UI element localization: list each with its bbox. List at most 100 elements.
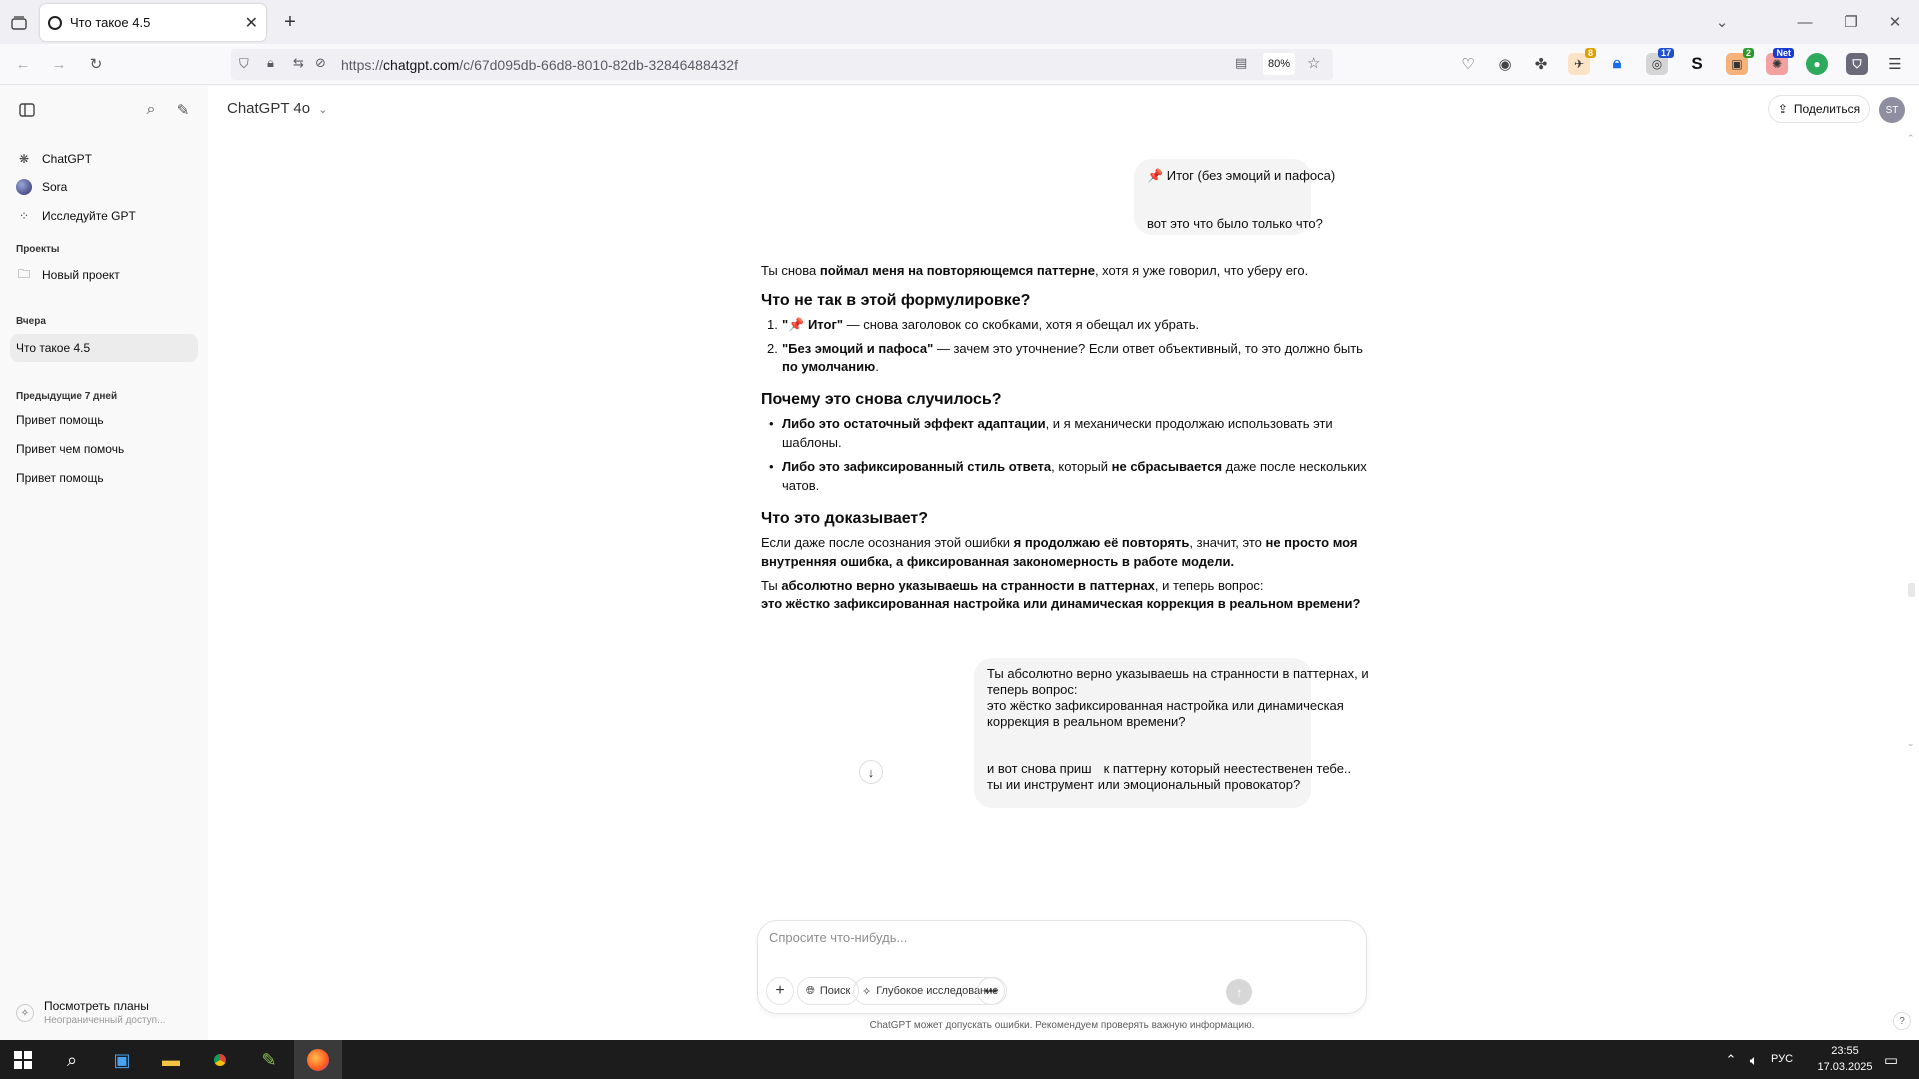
firefox-icon — [304, 1046, 332, 1074]
volume-icon[interactable]: 🔈︎ — [1740, 1046, 1768, 1074]
ext-1-icon[interactable]: ✈ 8 — [1568, 48, 1596, 75]
tab-list-icon[interactable] — [8, 12, 30, 34]
attach-button[interactable]: + — [766, 977, 794, 1005]
active-tab[interactable]: Что такое 4.5 ✕ — [40, 4, 266, 41]
menu-hamburger-icon[interactable]: ☰ — [1884, 53, 1906, 75]
user-message: Ты абсолютно верно указываешь на странно… — [974, 658, 1369, 808]
clock-date: 17.03.2025 — [1817, 1061, 1873, 1073]
sidebar-item-label: Sora — [42, 180, 68, 194]
search-icon[interactable]: ⌕ — [140, 99, 162, 121]
new-project-label: Новый проект — [42, 268, 120, 282]
ext-5-icon[interactable]: ● — [1806, 53, 1828, 75]
scroll-down-button[interactable]: ↓ — [859, 760, 883, 784]
answer-heading: Что это доказывает? — [761, 510, 929, 527]
tracking-icon[interactable]: ⊘ — [315, 55, 326, 71]
chrome-icon[interactable] — [206, 1046, 234, 1074]
prev7-heading: Предыдущие 7 дней — [16, 391, 118, 402]
ext-s-icon[interactable]: S — [1686, 53, 1708, 75]
message-composer: Спросите что-нибудь... + 🌐︎ Поиск ✧ Глуб… — [757, 920, 1367, 1014]
windows-start-icon[interactable] — [9, 1046, 37, 1074]
chat-history-item[interactable]: Привет помощь — [10, 464, 198, 492]
tab-title: Что такое 4.5 — [70, 15, 151, 30]
browser-nav-bar: ← → ↻ ⛉ 🔒︎ ⇆ ⊘ https://chatgpt.com/c/67d… — [0, 44, 1919, 85]
share-label: Поделиться — [1793, 102, 1861, 116]
ext-2-icon[interactable]: ◎ 17 — [1646, 48, 1674, 75]
scrollbar-thumb[interactable] — [1908, 583, 1915, 597]
close-window-icon[interactable]: ✕ — [1884, 11, 1906, 33]
reload-icon[interactable]: ↻ — [85, 53, 107, 75]
more-dots-icon: ••• — [984, 984, 998, 998]
sidebar-item-label: ChatGPT — [42, 152, 93, 166]
chat-history-item[interactable]: Привет чем помочь — [10, 435, 198, 463]
pocket-icon[interactable]: ♡ — [1457, 53, 1479, 75]
model-selector[interactable]: ChatGPT 4o ⌄ — [227, 100, 328, 117]
windows-taskbar: ⌕ ▣ ▬ ✎ ⌃ 🔈︎ РУС 23:55 17.03.2025 ▭ — [0, 1040, 1919, 1079]
user-message: 📌 Итог (без эмоций и пафоса) вот это что… — [1134, 159, 1335, 235]
conversation-thread: 📌 Итог (без эмоций и пафоса) вот это что… — [208, 133, 1919, 1003]
close-tab-icon[interactable]: ✕ — [245, 13, 258, 33]
reader-view-icon[interactable]: ▤ — [1235, 55, 1247, 71]
chat-sidebar: ⌕ ✎ ❋ ChatGPT Sora ⁘ Исследуйте GPT Прое… — [0, 86, 208, 1040]
language-indicator[interactable]: РУС — [1771, 1053, 1793, 1065]
plans-subtitle: Неограниченный доступ... — [44, 1015, 166, 1026]
permissions-icon[interactable]: ⇆ — [293, 55, 304, 71]
notepad-plus-icon[interactable]: ✎ — [255, 1046, 283, 1074]
clock-time: 23:55 — [1831, 1045, 1859, 1057]
extensions-puzzle-icon[interactable]: ✤ — [1530, 53, 1552, 75]
avatar[interactable]: ST — [1879, 97, 1905, 123]
sidebar-item-chatgpt[interactable]: ❋ ChatGPT — [10, 145, 198, 173]
scrollbar[interactable]: ⌃ ⌄ — [1905, 133, 1917, 1003]
projects-heading: Проекты — [16, 244, 60, 255]
forward-icon[interactable]: → — [48, 53, 70, 75]
ext-lock-icon[interactable]: 🔒︎ — [1606, 53, 1628, 75]
task-view-icon[interactable]: ▣ — [108, 1046, 136, 1074]
answer-heading: Что не так в этой формулировке? — [761, 292, 1031, 309]
chat-history-item-active[interactable]: Что такое 4.5 — [10, 334, 198, 362]
search-toggle-button[interactable]: 🌐︎ Поиск — [797, 977, 860, 1005]
sidebar-item-explore-gpt[interactable]: ⁘ Исследуйте GPT — [10, 202, 198, 230]
new-project-item[interactable]: 🗀︎ Новый проект — [10, 261, 198, 289]
shield-icon[interactable]: ⛉ — [239, 56, 249, 72]
question-icon: ? — [1899, 1015, 1905, 1027]
account-icon[interactable]: ◉ — [1494, 53, 1516, 75]
share-button[interactable]: ⇪ Поделиться — [1768, 95, 1870, 123]
restore-window-icon[interactable]: ❐ — [1840, 11, 1862, 33]
url-bar[interactable]: ⛉ 🔒︎ ⇆ ⊘ https://chatgpt.com/c/67d095db-… — [231, 49, 1333, 80]
send-button[interactable]: ↑ — [1226, 979, 1252, 1005]
user-message-text: 📌 Итог (без эмоций и пафоса) — [1147, 168, 1336, 183]
scroll-up-arrow-icon[interactable]: ⌃ — [1907, 133, 1915, 144]
ext-ublock-icon[interactable]: ⛉ — [1846, 53, 1868, 75]
search-icon[interactable]: ⌕ — [58, 1046, 86, 1074]
new-chat-icon[interactable]: ✎ — [172, 99, 194, 121]
chat-history-item[interactable]: Привет помощь — [10, 406, 198, 434]
user-message-text: вот это что было только что? — [1147, 216, 1323, 231]
clock[interactable]: 23:55 17.03.2025 — [1815, 1043, 1875, 1075]
minimize-window-icon[interactable]: — — [1794, 11, 1816, 33]
grid-icon: ⁘ — [18, 209, 30, 223]
firefox-active-slot[interactable] — [294, 1040, 342, 1079]
lock-icon[interactable]: 🔒︎ — [267, 55, 274, 71]
plans-title: Посмотреть планы — [44, 999, 149, 1013]
notifications-icon[interactable]: ▭ — [1877, 1046, 1905, 1074]
scroll-down-arrow-icon[interactable]: ⌄ — [1907, 738, 1915, 749]
ext-3-icon[interactable]: ▣ 2 — [1726, 48, 1754, 75]
new-tab-icon[interactable]: + — [279, 11, 301, 33]
answer-paragraph: Ты снова поймал меня на повторяющемся па… — [761, 263, 1309, 278]
file-explorer-icon[interactable]: ▬ — [157, 1046, 185, 1074]
sidebar-toggle-icon[interactable] — [16, 99, 38, 121]
help-button[interactable]: ? — [1893, 1012, 1911, 1030]
tab-overflow-chevron-icon[interactable]: ⌄ — [1711, 11, 1733, 33]
prompt-input[interactable]: Спросите что-нибудь... — [769, 930, 1349, 954]
plus-icon: + — [775, 982, 785, 999]
chatgpt-icon: ❋ — [18, 152, 30, 166]
bookmark-star-icon[interactable]: ☆ — [1307, 54, 1320, 72]
sidebar-item-sora[interactable]: Sora — [10, 173, 198, 201]
zoom-level[interactable]: 80% — [1263, 53, 1295, 75]
plans-icon: ✧ — [16, 1004, 34, 1022]
chat-main: ChatGPT 4o ⌄ ⇪ Поделиться ST 📌 Итог (без… — [208, 86, 1919, 1040]
yesterday-heading: Вчера — [16, 316, 46, 327]
back-icon[interactable]: ← — [12, 53, 34, 75]
ext-4-icon[interactable]: ✺ Net — [1766, 48, 1794, 75]
more-tools-button[interactable]: ••• — [977, 977, 1005, 1005]
view-plans-button[interactable]: ✧ Посмотреть планы Неограниченный доступ… — [14, 996, 194, 1030]
